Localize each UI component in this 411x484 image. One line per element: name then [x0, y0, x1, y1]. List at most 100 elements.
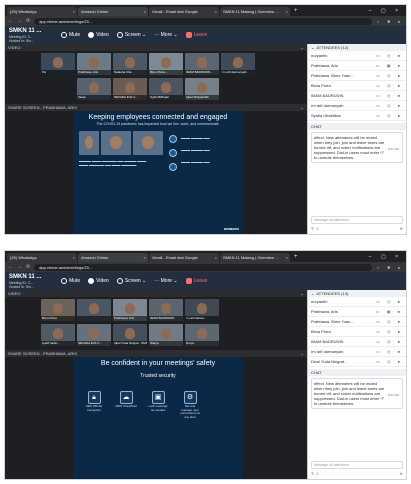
back-icon[interactable]: ← [8, 264, 13, 270]
mute-button[interactable]: Mute [61, 278, 80, 284]
lock-icon: 🔒︎ [87, 391, 101, 404]
attendee-row[interactable]: Prabhawa, Aris ▭ ▣ ● [308, 61, 406, 71]
video-tile[interactable]: Bima Putra [41, 299, 75, 321]
window-controls[interactable]: – ▢ × [369, 7, 406, 16]
video-tile[interactable] [77, 299, 111, 321]
video-tile[interactable]: Syah Milfiraah [149, 78, 183, 100]
browser-tab[interactable]: (29) WhatsApp × [7, 7, 77, 16]
video-tile[interactable]: Bimo Putra... [149, 53, 183, 75]
screen-icon [116, 32, 123, 38]
share-section-header[interactable]: SHARE SCREEN - PRABHAWA, ARIS ⌄ [5, 350, 307, 357]
video-tile[interactable]: Natasha Kha... [113, 53, 147, 75]
chevron-down-icon[interactable]: ⌄ [301, 350, 304, 357]
video-tile[interactable]: syarif hadin... [41, 324, 75, 346]
slide-subtitle: Trusted security [140, 373, 176, 379]
browser-tab[interactable]: Gmail - Email dari Google × [149, 7, 219, 16]
attendee-row[interactable]: IMAM BADRUDIN ▭ ◎ ● [308, 337, 406, 347]
attendee-row[interactable]: Syafiq Ubaidillah ▭ ◎ ● [308, 111, 406, 121]
video-tile[interactable]: Iqbal Yuda Ningrat - SMKN 11 Malang [113, 324, 147, 346]
extensions-icons[interactable]: ☆ ✱ ● [376, 19, 403, 24]
chat-input[interactable]: Message all attendees [311, 461, 403, 469]
meeting-info[interactable]: SMKN 11 ... Meeting ID: 3... Hosted In: … [9, 28, 53, 43]
video-button[interactable]: Video [88, 278, 109, 284]
address-bar[interactable]: app.chime.aws/meetings/23... [34, 17, 373, 25]
browser-tab[interactable]: SMKN 11 Malang | Overview ... × [220, 253, 290, 262]
video-section-header[interactable]: VIDEO ⌄ [5, 44, 307, 51]
attendee-row[interactable]: nuryantin ▭ ◎ ● [308, 51, 406, 61]
video-tile[interactable]: Prabhawa, Aris [113, 299, 147, 321]
browser-tab-active[interactable]: Amazon Chime × [78, 7, 148, 16]
attendee-row[interactable]: Prabhawa, Aris ▭ ▣ ● [308, 307, 406, 317]
more-button[interactable]: ··· More ⌄ [154, 278, 177, 284]
video-tile[interactable]: Prabhawa, Aris [77, 53, 111, 75]
attendee-row[interactable]: Bima Putra ▭ ◎ ● [308, 327, 406, 337]
close-icon[interactable]: × [73, 7, 75, 16]
new-tab-icon[interactable]: + [291, 253, 298, 262]
video-tile[interactable]: Tasan [77, 78, 111, 100]
close-icon[interactable]: × [215, 7, 217, 16]
leave-button[interactable]: Leave [185, 32, 207, 38]
close-icon[interactable]: × [144, 7, 146, 16]
chat-input[interactable]: Message all attendees [311, 216, 403, 224]
attendees-header[interactable]: ⌄ ATTENDEES (12) [308, 44, 406, 51]
browser-tab[interactable]: SMKN 11 Malang | Overview ... × [220, 7, 290, 16]
attach-icon[interactable]: ✎ ☺ [311, 471, 320, 477]
attendee-row[interactable]: Prabhawa, Bimo Yoan... ▭ ◎ ● [308, 71, 406, 81]
chevron-down-icon[interactable]: ⌄ [301, 290, 304, 297]
close-icon[interactable]: × [144, 253, 146, 262]
new-tab-icon[interactable]: + [291, 7, 298, 16]
attendee-status-icons: ▭ ◎ ● [376, 103, 403, 108]
chevron-down-icon[interactable]: ⌄ [301, 104, 304, 111]
video-tile[interactable]: NEVADA EVA C... [77, 324, 111, 346]
attach-icon[interactable]: ✎ ☺ [311, 226, 320, 232]
video-tile[interactable]: NEVADA EVA C... [113, 78, 147, 100]
reload-icon[interactable]: ⟳ [26, 18, 30, 24]
video-section-header[interactable]: VIDEO ⌄ [5, 290, 307, 297]
attendees-header[interactable]: ⌄ ATTENDEES (13) [308, 290, 406, 297]
attendee-row[interactable]: IMAM BADRUDIN ▭ ◎ ● [308, 91, 406, 101]
send-icon[interactable]: ➤ [400, 471, 403, 477]
attendee-row[interactable]: rm arif darmanyah ▭ ◎ ● [308, 101, 406, 111]
extensions-icons[interactable]: ☆ ✱ ● [376, 265, 403, 270]
video-tile[interactable]: Iqbal Widyatullah [185, 78, 219, 100]
close-icon[interactable]: × [286, 253, 288, 262]
browser-tab-active[interactable]: Amazon Chime × [78, 253, 148, 262]
meeting-info[interactable]: SMKN 11 ... Meeting ID: 3... Hosted In: … [9, 274, 53, 289]
video-tile[interactable]: IMAM BADRUDIN... [185, 53, 219, 75]
video-tile[interactable]: rm arif darmanyah... [221, 53, 255, 75]
browser-tab[interactable]: Gmail - Email dari Google × [149, 253, 219, 262]
attendee-row[interactable]: Dewi Yuda Ningrat - ▭ ◎ ● [308, 357, 406, 367]
attendee-row[interactable]: Prabhawa, Bimo Yoan... ▭ ◎ ● [308, 317, 406, 327]
video-tile[interactable]: Pw [41, 53, 75, 75]
screen-button[interactable]: Screen ⌄ [116, 278, 146, 284]
share-section-header[interactable]: SHARE SCREEN - PRABHAWA, ARIS ⌄ [5, 104, 307, 111]
video-tile[interactable]: Wahyu [149, 324, 183, 346]
back-icon[interactable]: ← [8, 18, 13, 24]
screen-button[interactable]: Screen ⌄ [116, 32, 146, 38]
browser-tab[interactable]: (29) WhatsApp × [7, 253, 77, 262]
video-button[interactable]: Video [88, 32, 109, 38]
browser-urlbar: ← → ⟳ app.chime.aws/meetings/23... ☆ ✱ ● [5, 262, 406, 272]
forward-icon[interactable]: → [17, 264, 22, 270]
close-icon[interactable]: × [286, 7, 288, 16]
forward-icon[interactable]: → [17, 18, 22, 24]
attendee-row[interactable]: nuryantin ▭ ◎ ● [308, 297, 406, 307]
reload-icon[interactable]: ⟳ [26, 264, 30, 270]
leave-button[interactable]: Leave [185, 278, 207, 284]
more-button[interactable]: ··· More ⌄ [154, 32, 177, 38]
chevron-down-icon[interactable]: ⌄ [301, 44, 304, 51]
send-icon[interactable]: ➤ [400, 226, 403, 232]
video-tile[interactable]: IMAM BADRUDIN [149, 299, 183, 321]
video-tile[interactable]: Nurya [185, 324, 219, 346]
address-bar[interactable]: app.chime.aws/meetings/23... [34, 263, 373, 271]
chat-header[interactable]: CHAT [308, 369, 406, 376]
attendee-row[interactable]: Bima Putra ▭ ◎ ● [308, 81, 406, 91]
close-icon[interactable]: × [215, 253, 217, 262]
close-icon[interactable]: × [73, 253, 75, 262]
meeting-header: SMKN 11 ... Meeting ID: 3... Hosted In: … [5, 26, 406, 44]
video-tile[interactable]: rm arif darma... [185, 299, 219, 321]
mute-button[interactable]: Mute [61, 32, 80, 38]
window-controls[interactable]: – ▢ × [369, 253, 406, 262]
chat-header[interactable]: CHAT [308, 123, 406, 130]
attendee-row[interactable]: rm arif darmanyah ▭ ◎ ● [308, 347, 406, 357]
